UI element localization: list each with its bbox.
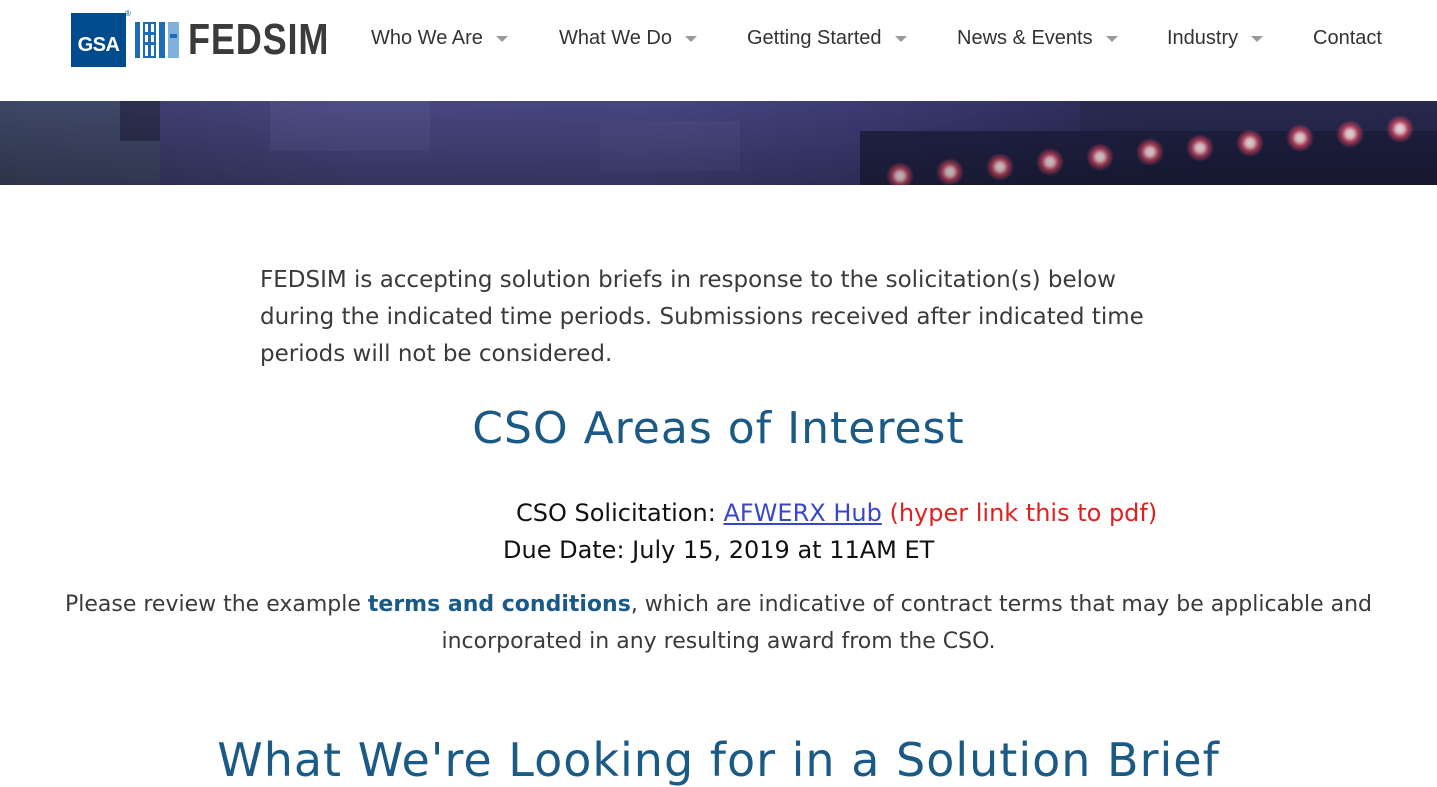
nav-label: Who We Are xyxy=(371,26,483,49)
nav-label: What We Do xyxy=(559,26,672,49)
terms-and-conditions-link[interactable]: terms and conditions xyxy=(368,592,631,617)
nav-label: Industry xyxy=(1167,26,1239,49)
terms-paragraph: Please review the example terms and cond… xyxy=(40,586,1397,660)
chevron-down-icon xyxy=(495,36,508,42)
chevron-down-icon xyxy=(685,36,697,42)
nav-label: News & Events xyxy=(957,26,1093,49)
chevron-down-icon xyxy=(1251,36,1264,42)
afwerx-hub-link[interactable]: AFWERX Hub xyxy=(723,499,881,527)
due-date: Due Date: July 15, 2019 at 11AM ET xyxy=(503,536,935,564)
site-header: GSA ® FEDSIM Who We Are What We Do Getti… xyxy=(0,0,1437,101)
chevron-down-icon xyxy=(1105,36,1118,42)
solicitation-label: CSO Solicitation: xyxy=(516,499,716,527)
nav-who-we-are[interactable]: Who We Are xyxy=(371,26,508,50)
intro-paragraph: FEDSIM is accepting solution briefs in r… xyxy=(260,267,1144,367)
chevron-down-icon xyxy=(894,36,907,42)
nav-contact[interactable]: Contact xyxy=(1313,26,1382,50)
nav-label: Contact xyxy=(1313,26,1382,49)
editor-note: (hyper link this to pdf) xyxy=(889,499,1158,527)
gsa-logo: GSA xyxy=(71,13,126,67)
cso-solicitation-line: CSO Solicitation: AFWERX Hub (hyper link… xyxy=(516,499,1157,527)
nav-label: Getting Started xyxy=(747,26,882,49)
nav-industry[interactable]: Industry xyxy=(1167,26,1264,50)
solution-brief-heading: What We're Looking for in a Solution Bri… xyxy=(217,733,1220,787)
registered-mark: ® xyxy=(125,9,131,18)
nav-what-we-do[interactable]: What We Do xyxy=(559,26,697,50)
gsa-logo-text: GSA xyxy=(77,33,120,56)
hero-banner-image xyxy=(0,101,1437,185)
banner-shade xyxy=(0,101,1437,185)
terms-text-before: Please review the example xyxy=(64,592,368,617)
nav-getting-started[interactable]: Getting Started xyxy=(747,26,907,50)
fedsim-wordmark: FEDSIM xyxy=(188,15,330,64)
fedsim-building-icon xyxy=(134,20,180,60)
nav-news-events[interactable]: News & Events xyxy=(957,26,1118,50)
fedsim-logo[interactable]: GSA ® FEDSIM xyxy=(71,9,360,67)
cso-areas-heading: CSO Areas of Interest xyxy=(472,403,965,454)
